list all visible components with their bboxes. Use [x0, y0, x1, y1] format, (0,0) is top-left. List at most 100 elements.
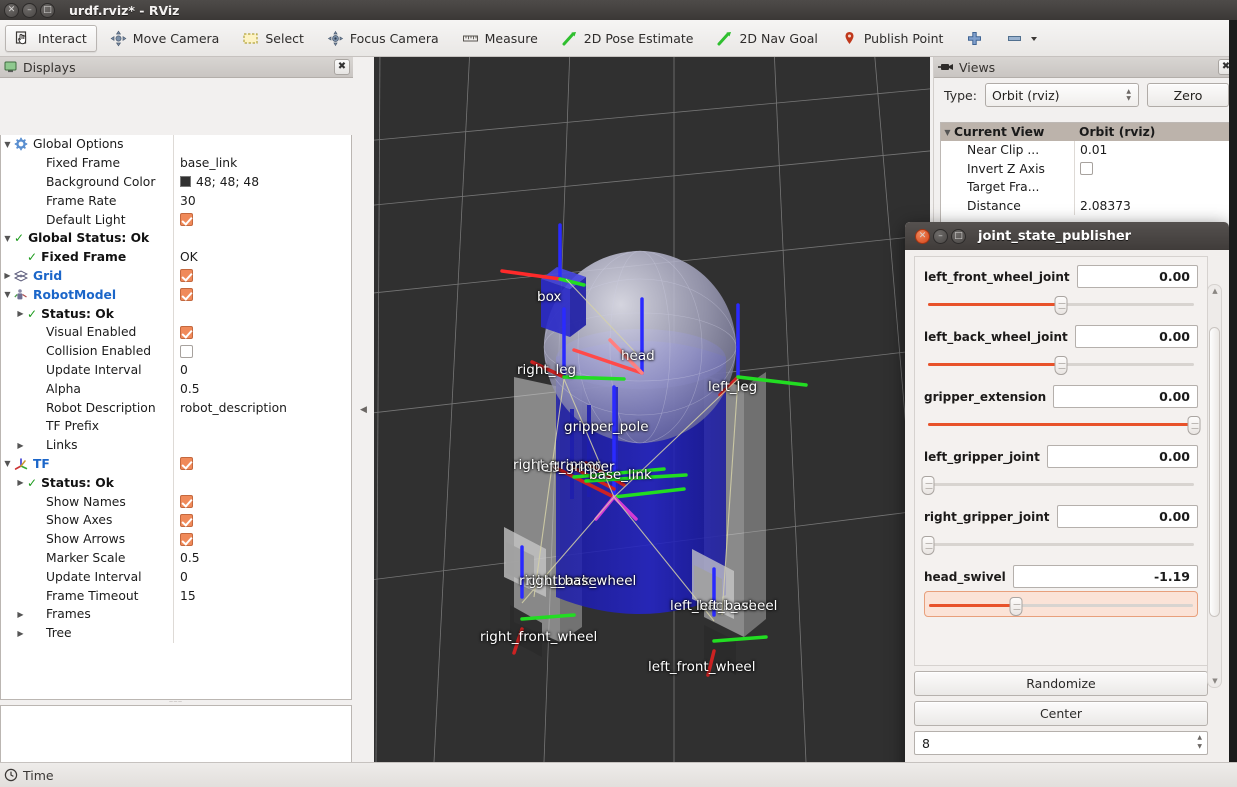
expand-arrow-icon[interactable]: [14, 629, 27, 638]
display-row-value[interactable]: [173, 135, 351, 154]
joint-value-field-left-gripper-joint[interactable]: 0.00: [1046, 445, 1198, 468]
display-row-robot-description[interactable]: Robot Description robot_description: [1, 398, 351, 417]
view-row-distance[interactable]: Distance 2.08373: [941, 196, 1231, 215]
display-row-value[interactable]: [173, 492, 351, 511]
display-row-robotmodel[interactable]: RobotModel: [1, 285, 351, 305]
display-row-fixed-frame[interactable]: Fixed Frame base_link: [1, 153, 351, 173]
joint-slider-head-swivel[interactable]: [924, 591, 1198, 617]
display-row-value[interactable]: [173, 623, 351, 643]
tool-move-camera[interactable]: Move Camera: [100, 25, 230, 52]
joint-value-field-head-swivel[interactable]: -1.19: [1012, 565, 1198, 588]
slider-handle[interactable]: [1054, 296, 1068, 315]
slider-handle[interactable]: [921, 536, 935, 555]
window-minimize-button[interactable]: –: [22, 2, 37, 18]
display-row-grid[interactable]: Grid: [1, 266, 351, 286]
view-row-value-cell[interactable]: 0.01: [1074, 141, 1231, 160]
window-maximize-button[interactable]: □: [40, 2, 55, 18]
joint-state-publisher-window[interactable]: ✕ – □ joint_state_publisher left_front_w…: [905, 222, 1229, 775]
display-row-value[interactable]: [173, 228, 351, 248]
joint-slider-left-gripper-joint[interactable]: [921, 471, 1198, 497]
tool-2d-pose-estimate[interactable]: 2D Pose Estimate: [551, 25, 704, 52]
view-row-value-cell[interactable]: [1074, 159, 1231, 178]
display-row-collision-enabled[interactable]: Collision Enabled: [1, 341, 351, 361]
zero-button[interactable]: Zero: [1147, 83, 1229, 107]
display-row-update-interval[interactable]: Update Interval 0: [1, 567, 351, 587]
joint-value-field-gripper-extension[interactable]: 0.00: [1053, 385, 1198, 408]
display-row-visual-enabled[interactable]: Visual Enabled: [1, 322, 351, 342]
display-row-value[interactable]: [173, 210, 351, 229]
left-splitter[interactable]: ◀: [353, 57, 374, 762]
color-swatch[interactable]: [180, 176, 191, 188]
display-row-fixed-frame[interactable]: ✓ Fixed Frame OK: [1, 247, 351, 267]
tool-focus-camera[interactable]: Focus Camera: [317, 25, 449, 52]
tool-measure[interactable]: Measure: [452, 25, 548, 52]
checkbox-default-light[interactable]: [180, 213, 193, 227]
display-row-frame-timeout[interactable]: Frame Timeout 15: [1, 586, 351, 605]
display-row-show-names[interactable]: Show Names: [1, 492, 351, 511]
view-row-value-cell[interactable]: [1074, 178, 1231, 197]
checkbox-show-axes[interactable]: [180, 513, 193, 527]
display-row-value[interactable]: 0: [173, 567, 351, 587]
display-row-show-axes[interactable]: Show Axes: [1, 510, 351, 530]
display-row-tf[interactable]: TF: [1, 454, 351, 474]
display-row-status-ok[interactable]: ✓Status: Ok: [1, 473, 351, 493]
joint-value-field-left-front-wheel-joint[interactable]: 0.00: [1076, 265, 1198, 288]
display-row-update-interval[interactable]: Update Interval 0: [1, 360, 351, 380]
chevron-down-icon[interactable]: [1029, 30, 1039, 47]
jsp-maximize-button[interactable]: □: [951, 228, 966, 244]
expand-arrow-icon[interactable]: [14, 478, 27, 487]
scroll-down-icon[interactable]: ▼: [1210, 676, 1220, 686]
jsp-close-button[interactable]: ✕: [915, 228, 930, 244]
display-row-value[interactable]: [173, 529, 351, 549]
tool-select[interactable]: Select: [232, 25, 314, 52]
slider-track[interactable]: [929, 604, 1193, 607]
slider-track[interactable]: [928, 543, 1194, 546]
display-row-value[interactable]: 0: [173, 360, 351, 380]
joint-slider-gripper-extension[interactable]: [924, 411, 1201, 437]
tool-interact[interactable]: Interact: [5, 24, 97, 52]
slider-track[interactable]: [928, 423, 1194, 426]
checkbox-invert-z-axis[interactable]: [1080, 162, 1093, 176]
display-row-alpha[interactable]: Alpha 0.5: [1, 379, 351, 399]
display-row-background-color[interactable]: Background Color 48; 48; 48: [1, 172, 351, 192]
slider-handle[interactable]: [921, 476, 935, 495]
joint-slider-left-back-wheel-joint[interactable]: [924, 351, 1198, 377]
display-row-value[interactable]: [173, 341, 351, 361]
jsp-minimize-button[interactable]: –: [933, 228, 948, 244]
display-row-value[interactable]: 15: [173, 586, 351, 605]
expand-arrow-icon[interactable]: [1, 290, 14, 299]
slider-handle[interactable]: [1009, 597, 1023, 616]
add-tool-button[interactable]: [956, 25, 993, 52]
expand-arrow-icon[interactable]: [1, 234, 14, 243]
display-row-show-arrows[interactable]: Show Arrows: [1, 529, 351, 549]
view-row-target-fra-[interactable]: Target Fra...: [941, 178, 1231, 197]
jsp-scrollbar[interactable]: ▲ ▼: [1207, 284, 1222, 688]
checkbox-grid[interactable]: [180, 269, 193, 283]
display-row-value[interactable]: 30: [173, 191, 351, 211]
display-row-value[interactable]: [173, 285, 351, 305]
expand-arrow-icon[interactable]: [1, 140, 14, 149]
display-row-value[interactable]: 0.5: [173, 548, 351, 568]
joint-value-field-left-back-wheel-joint[interactable]: 0.00: [1074, 325, 1198, 348]
spinner-arrows-icon[interactable]: ▲ ▼: [1126, 89, 1131, 102]
scroll-up-icon[interactable]: ▲: [1210, 286, 1220, 296]
display-row-global-status-ok[interactable]: ✓Global Status: Ok: [1, 228, 351, 248]
collapse-left-icon[interactable]: ◀: [360, 405, 367, 415]
display-row-marker-scale[interactable]: Marker Scale 0.5: [1, 548, 351, 568]
expand-arrow-icon[interactable]: [1, 271, 14, 280]
jsp-spinbox[interactable]: 8 ▲ ▼: [914, 731, 1208, 755]
view-row-invert-z-axis[interactable]: Invert Z Axis: [941, 159, 1231, 178]
display-row-value[interactable]: 0.5: [173, 379, 351, 399]
display-row-value[interactable]: [173, 304, 351, 323]
expand-arrow-icon[interactable]: [941, 128, 954, 137]
window-close-button[interactable]: ✕: [4, 2, 19, 18]
display-row-default-light[interactable]: Default Light: [1, 210, 351, 229]
display-row-value[interactable]: OK: [173, 247, 351, 267]
spinbox-arrows-icon[interactable]: ▲ ▼: [1197, 735, 1202, 750]
displays-splitter[interactable]: ⎯⎯⎯: [0, 697, 352, 705]
displays-tree[interactable]: Global OptionsFixed Framebase_linkBackgr…: [0, 135, 352, 700]
display-row-value[interactable]: [173, 416, 351, 436]
checkbox-tf[interactable]: [180, 457, 193, 471]
display-row-status-ok[interactable]: ✓Status: Ok: [1, 304, 351, 323]
checkbox-show-arrows[interactable]: [180, 532, 193, 546]
